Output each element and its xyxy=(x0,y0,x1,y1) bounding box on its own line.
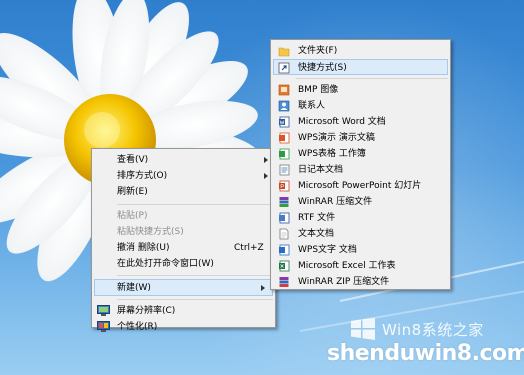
excel-icon xyxy=(279,260,290,272)
new-journal-item[interactable]: 日记本文档 xyxy=(271,162,450,178)
shortcut-icon xyxy=(278,62,290,74)
winrar-icon xyxy=(279,197,289,207)
menu-item-label: 文件夹(F) xyxy=(298,46,338,56)
new-word-doc-item[interactable]: Microsoft Word 文档 xyxy=(271,114,450,130)
menu-item-label: 文本文档 xyxy=(298,229,335,239)
menu-item-shortcut: Ctrl+Z xyxy=(234,242,264,253)
wps-spreadsheet-icon xyxy=(279,148,290,160)
new-powerpoint-item[interactable]: Microsoft PowerPoint 幻灯片 xyxy=(271,178,450,194)
menu-item-paste-shortcut[interactable]: 粘贴快捷方式(S) xyxy=(92,224,275,240)
new-shortcut-item[interactable]: 快捷方式(S) xyxy=(273,59,448,75)
menu-item-label: Microsoft Word 文档 xyxy=(298,117,386,127)
menu-item-screen-resolution[interactable]: 屏幕分辨率(C) xyxy=(92,303,275,319)
menu-item-label: WPS演示 演示文稿 xyxy=(298,133,375,143)
desktop-wallpaper[interactable]: 查看(V) 排序方式(O) 刷新(E) 粘贴(P) 粘贴快捷方式(S) 撤消 删… xyxy=(0,0,524,375)
personalize-icon xyxy=(97,320,110,332)
menu-item-label: 刷新(E) xyxy=(117,187,148,198)
menu-item-label: 粘贴(P) xyxy=(117,210,148,221)
text-doc-icon xyxy=(279,228,289,240)
menu-item-refresh[interactable]: 刷新(E) xyxy=(92,184,275,200)
menu-item-label: 新建(W) xyxy=(117,283,151,294)
menu-item-label: Microsoft PowerPoint 幻灯片 xyxy=(298,181,422,191)
new-winrar-zip-item[interactable]: WinRAR ZIP 压缩文件 xyxy=(271,274,450,290)
watermark-brand: Win8系统之家 xyxy=(382,321,484,339)
new-folder-item[interactable]: 文件夹(F) xyxy=(271,43,450,59)
menu-item-label: WPS文字 文档 xyxy=(298,245,357,255)
menu-item-label: 在此处打开命令窗口(W) xyxy=(117,259,214,270)
bmp-image-icon xyxy=(278,84,290,96)
journal-icon xyxy=(279,164,290,176)
menu-item-open-command-window[interactable]: 在此处打开命令窗口(W) xyxy=(92,256,275,272)
winrar-zip-icon xyxy=(279,277,289,287)
menu-separator xyxy=(296,78,448,79)
new-excel-item[interactable]: Microsoft Excel 工作表 xyxy=(271,258,450,274)
new-wps-writer-item[interactable]: WPS文字 文档 xyxy=(271,242,450,258)
new-rtf-item[interactable]: RTF 文件 xyxy=(271,210,450,226)
menu-item-label: 粘贴快捷方式(S) xyxy=(117,226,184,237)
menu-item-label: RTF 文件 xyxy=(298,213,336,223)
word-doc-icon xyxy=(279,116,290,128)
powerpoint-icon xyxy=(279,180,290,192)
menu-item-undo-delete[interactable]: 撤消 删除(U) Ctrl+Z xyxy=(92,240,275,256)
submenu-arrow-icon xyxy=(264,173,268,180)
menu-item-personalize[interactable]: 个性化(R) xyxy=(92,319,275,335)
menu-item-label: BMP 图像 xyxy=(298,85,339,95)
menu-item-label: WinRAR ZIP 压缩文件 xyxy=(298,277,390,287)
windows-logo-icon xyxy=(351,318,375,340)
menu-item-label: 撤消 删除(U) xyxy=(117,242,170,253)
new-winrar-item[interactable]: WinRAR 压缩文件 xyxy=(271,194,450,210)
submenu-arrow-icon xyxy=(264,157,268,163)
display-icon xyxy=(97,304,110,316)
new-bmp-image-item[interactable]: BMP 图像 xyxy=(271,82,450,98)
menu-item-view[interactable]: 查看(V) xyxy=(92,152,275,168)
menu-item-label: WPS表格 工作簿 xyxy=(298,149,366,159)
menu-item-label: 查看(V) xyxy=(117,155,149,165)
wps-writer-icon xyxy=(279,244,290,256)
menu-item-sort-by[interactable]: 排序方式(O) xyxy=(92,168,275,184)
menu-separator xyxy=(117,275,273,277)
folder-icon xyxy=(278,47,290,57)
menu-item-label: 个性化(R) xyxy=(117,321,158,332)
new-text-doc-item[interactable]: 文本文档 xyxy=(271,226,450,242)
watermark-site: shenduwin8.com xyxy=(327,341,524,366)
menu-item-label: 联系人 xyxy=(298,101,326,111)
menu-item-label: WinRAR 压缩文件 xyxy=(298,197,373,207)
menu-item-label: 屏幕分辨率(C) xyxy=(117,305,176,316)
menu-item-paste[interactable]: 粘贴(P) xyxy=(92,208,275,224)
menu-separator xyxy=(117,203,273,205)
submenu-arrow-icon xyxy=(261,285,265,292)
menu-item-label: Microsoft Excel 工作表 xyxy=(298,261,396,271)
new-submenu: 文件夹(F) 快捷方式(S) BMP 图像 联系人 Microsoft Word… xyxy=(270,39,451,290)
menu-separator xyxy=(117,298,273,300)
menu-item-label: 日记本文档 xyxy=(298,165,344,175)
rtf-icon xyxy=(279,212,290,224)
contact-icon xyxy=(278,100,290,112)
desktop-context-menu: 查看(V) 排序方式(O) 刷新(E) 粘贴(P) 粘贴快捷方式(S) 撤消 删… xyxy=(91,148,276,332)
new-contact-item[interactable]: 联系人 xyxy=(271,98,450,114)
menu-item-label: 排序方式(O) xyxy=(117,171,168,182)
new-wps-spreadsheet-item[interactable]: WPS表格 工作簿 xyxy=(271,146,450,162)
new-wps-presentation-item[interactable]: WPS演示 演示文稿 xyxy=(271,130,450,146)
wps-presentation-icon xyxy=(279,132,290,144)
menu-item-new[interactable]: 新建(W) xyxy=(94,279,273,296)
menu-item-label: 快捷方式(S) xyxy=(298,63,347,73)
